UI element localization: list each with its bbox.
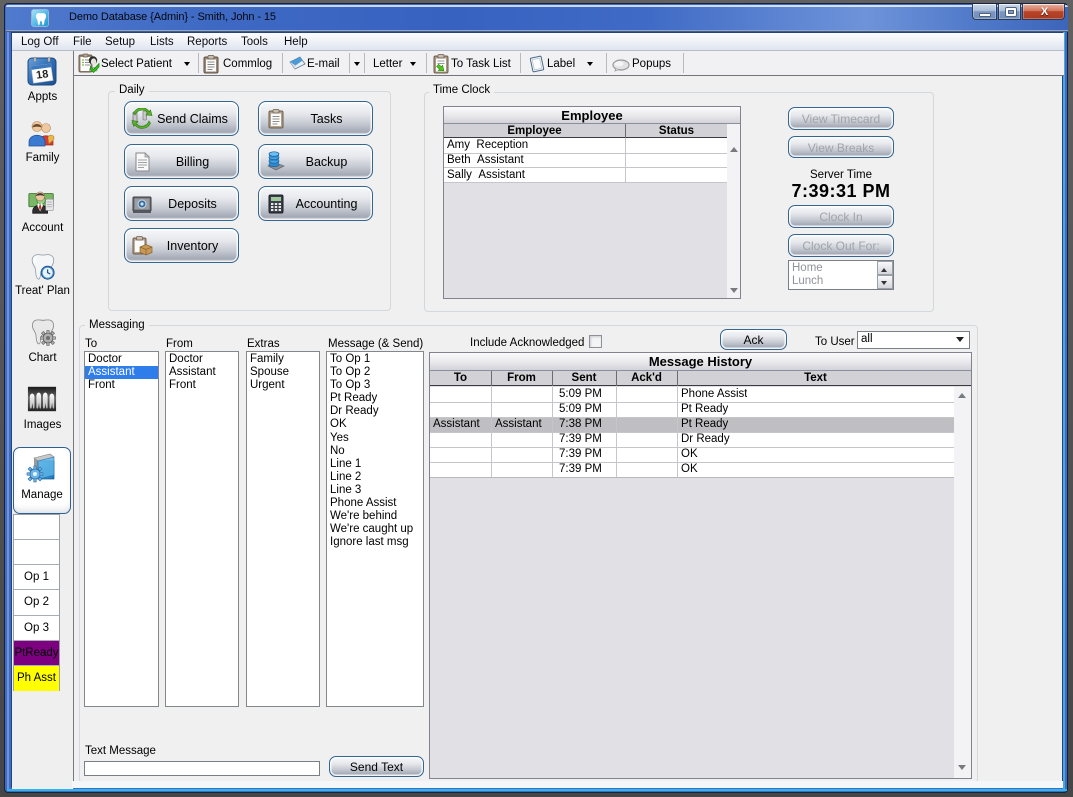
svg-text:18: 18 [35, 68, 49, 82]
